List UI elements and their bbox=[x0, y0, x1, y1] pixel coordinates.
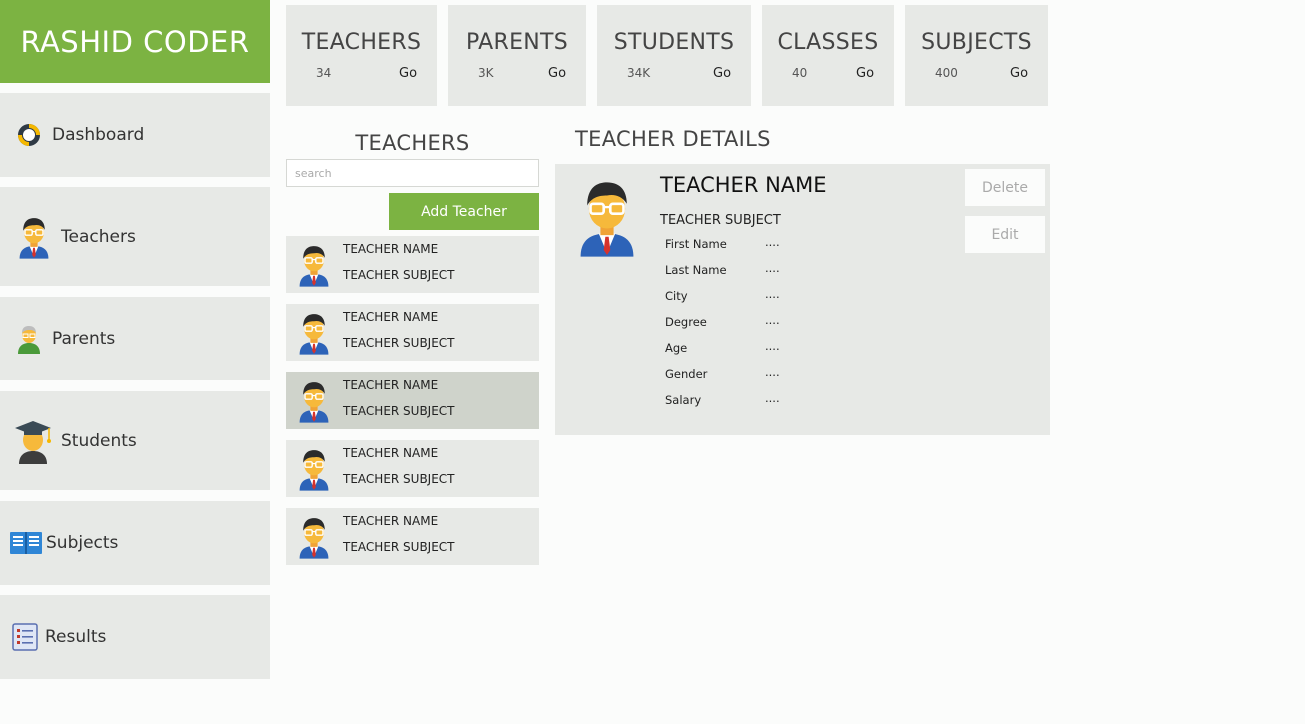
teacher-list-item[interactable]: TEACHER NAME TEACHER SUBJECT bbox=[286, 236, 539, 293]
student-icon bbox=[12, 417, 54, 465]
field-value-degree: .... bbox=[765, 313, 780, 327]
sidebar-item-results[interactable]: Results bbox=[0, 595, 270, 679]
checklist-icon bbox=[10, 617, 40, 657]
stat-value: 34K bbox=[627, 66, 651, 80]
teacher-detail-subject: TEACHER SUBJECT bbox=[660, 213, 781, 228]
sidebar-item-label: Subjects bbox=[46, 533, 119, 553]
stat-title: CLASSES bbox=[777, 30, 879, 55]
add-teacher-button[interactable]: Add Teacher bbox=[389, 193, 539, 230]
field-label-city: City bbox=[665, 289, 688, 303]
stat-card-students: STUDENTS 34K Go bbox=[597, 5, 751, 106]
teacher-avatar-icon bbox=[296, 379, 332, 423]
sidebar-item-label: Parents bbox=[52, 328, 116, 349]
stat-card-subjects: SUBJECTS 400 Go bbox=[905, 5, 1048, 106]
teacher-subject: TEACHER SUBJECT bbox=[343, 540, 455, 554]
field-label-last-name: Last Name bbox=[665, 263, 727, 277]
field-value-city: .... bbox=[765, 287, 780, 301]
edit-button[interactable]: Edit bbox=[965, 216, 1045, 253]
sidebar-item-students[interactable]: Students bbox=[0, 391, 270, 490]
teacher-avatar-icon bbox=[296, 515, 332, 559]
stat-title: STUDENTS bbox=[613, 30, 735, 55]
teacher-subject: TEACHER SUBJECT bbox=[343, 268, 455, 282]
stat-go-link[interactable]: Go bbox=[856, 66, 874, 81]
stat-go-link[interactable]: Go bbox=[548, 66, 566, 81]
teacher-icon bbox=[14, 215, 54, 259]
search-input[interactable] bbox=[286, 159, 539, 187]
field-label-age: Age bbox=[665, 341, 688, 355]
teacher-list-item[interactable]: TEACHER NAME TEACHER SUBJECT bbox=[286, 508, 539, 565]
teacher-avatar-icon bbox=[296, 447, 332, 491]
book-icon bbox=[9, 523, 43, 563]
teacher-name: TEACHER NAME bbox=[343, 378, 439, 392]
sidebar-item-subjects[interactable]: Subjects bbox=[0, 501, 270, 585]
field-label-gender: Gender bbox=[665, 367, 708, 381]
sidebar-item-dashboard[interactable]: Dashboard bbox=[0, 93, 270, 177]
stat-title: PARENTS bbox=[465, 30, 569, 55]
stat-go-link[interactable]: Go bbox=[399, 66, 417, 81]
teachers-list-title: TEACHERS bbox=[355, 131, 470, 155]
teacher-list-item[interactable]: TEACHER NAME TEACHER SUBJECT bbox=[286, 304, 539, 361]
field-value-salary: .... bbox=[765, 391, 780, 405]
teacher-details-title: TEACHER DETAILS bbox=[575, 127, 771, 151]
teacher-avatar-icon bbox=[296, 243, 332, 287]
field-value-age: .... bbox=[765, 339, 780, 353]
parent-icon bbox=[12, 319, 46, 359]
teacher-avatar-icon bbox=[296, 311, 332, 355]
stat-value: 40 bbox=[792, 66, 808, 80]
app-brand: RASHID CODER bbox=[0, 0, 270, 83]
field-value-first-name: .... bbox=[765, 235, 780, 249]
stat-value: 3K bbox=[478, 66, 494, 80]
sidebar-item-label: Students bbox=[61, 430, 137, 451]
sidebar-item-parents[interactable]: Parents bbox=[0, 297, 270, 380]
sidebar-item-label: Results bbox=[45, 627, 107, 647]
field-label-first-name: First Name bbox=[665, 237, 727, 251]
teacher-name: TEACHER NAME bbox=[343, 242, 439, 256]
field-label-degree: Degree bbox=[665, 315, 707, 329]
delete-button[interactable]: Delete bbox=[965, 169, 1045, 206]
teacher-list-item-selected[interactable]: TEACHER NAME TEACHER SUBJECT bbox=[286, 372, 539, 429]
teacher-name: TEACHER NAME bbox=[343, 446, 439, 460]
dashboard-icon bbox=[12, 115, 46, 155]
teacher-name: TEACHER NAME bbox=[343, 310, 439, 324]
stat-go-link[interactable]: Go bbox=[713, 66, 731, 81]
field-value-gender: .... bbox=[765, 365, 780, 379]
stat-value: 400 bbox=[935, 66, 958, 80]
teacher-detail-name: TEACHER NAME bbox=[660, 173, 827, 197]
stat-value: 34 bbox=[316, 66, 332, 80]
stat-title: SUBJECTS bbox=[921, 30, 1032, 55]
sidebar-item-label: Dashboard bbox=[52, 125, 145, 145]
sidebar-item-label: Teachers bbox=[61, 226, 136, 247]
field-label-salary: Salary bbox=[665, 393, 702, 407]
teacher-name: TEACHER NAME bbox=[343, 514, 439, 528]
field-value-last-name: .... bbox=[765, 261, 780, 275]
teacher-list-item[interactable]: TEACHER NAME TEACHER SUBJECT bbox=[286, 440, 539, 497]
sidebar-item-teachers[interactable]: Teachers bbox=[0, 187, 270, 286]
teacher-subject: TEACHER SUBJECT bbox=[343, 404, 455, 418]
stat-card-classes: CLASSES 40 Go bbox=[762, 5, 894, 106]
teacher-photo-icon bbox=[574, 176, 640, 258]
stat-title: TEACHERS bbox=[301, 30, 422, 55]
stat-go-link[interactable]: Go bbox=[1010, 66, 1028, 81]
teacher-subject: TEACHER SUBJECT bbox=[343, 472, 455, 486]
stat-card-teachers: TEACHERS 34 Go bbox=[286, 5, 437, 106]
stat-card-parents: PARENTS 3K Go bbox=[448, 5, 586, 106]
teacher-subject: TEACHER SUBJECT bbox=[343, 336, 455, 350]
